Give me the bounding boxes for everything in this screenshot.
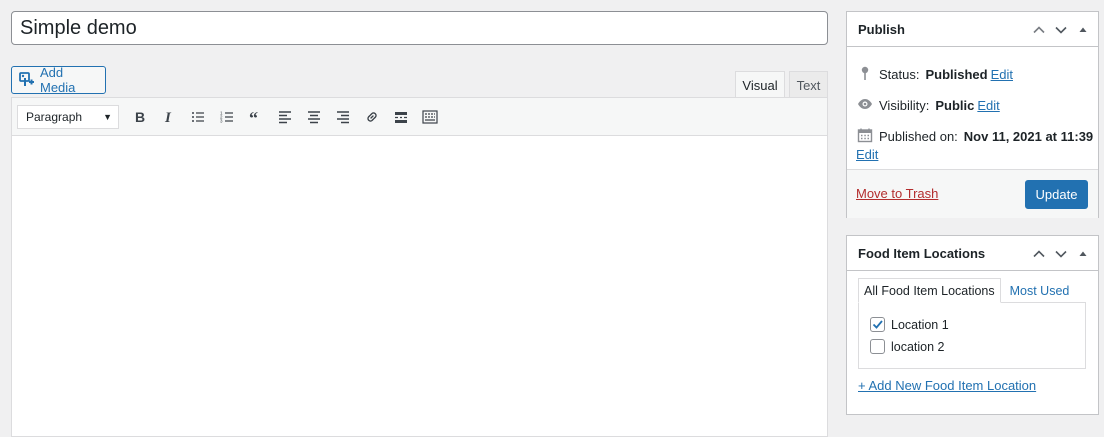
svg-text:“: “ <box>249 109 258 125</box>
italic-icon[interactable]: I <box>154 103 183 131</box>
toolbar-toggle-icon[interactable] <box>415 103 444 131</box>
location-1-checkbox[interactable] <box>870 317 885 332</box>
publish-box-header: Publish <box>847 12 1098 47</box>
publish-actions: Move to Trash Update <box>847 169 1098 218</box>
list-item: Location 1 <box>870 317 949 332</box>
numbered-list-icon[interactable]: 123 <box>212 103 241 131</box>
chevron-up-icon[interactable] <box>1032 247 1046 261</box>
bold-icon[interactable]: B <box>125 103 154 131</box>
align-center-icon[interactable] <box>299 103 328 131</box>
add-media-button[interactable]: Add Media <box>11 65 106 95</box>
food-locations-header: Food Item Locations <box>847 236 1098 271</box>
content-editor[interactable]: Paragraph ▼ B I 123 “ <box>11 97 828 437</box>
food-locations-box: Food Item Locations All Food Item Locati… <box>846 235 1099 415</box>
svg-text:3: 3 <box>220 118 223 123</box>
link-icon[interactable] <box>357 103 386 131</box>
location-1-label[interactable]: Location 1 <box>891 318 949 332</box>
food-locations-title: Food Item Locations <box>858 245 986 261</box>
add-media-label: Add Media <box>40 65 76 95</box>
collapse-toggle-icon[interactable] <box>1076 247 1090 261</box>
location-2-checkbox[interactable] <box>870 339 885 354</box>
collapse-toggle-icon[interactable] <box>1076 23 1090 37</box>
calendar-icon <box>857 127 873 146</box>
visibility-row: Visibility: Public Edit <box>857 96 1000 115</box>
location-2-label[interactable]: location 2 <box>891 340 945 354</box>
locations-checklist: Location 1 location 2 <box>858 302 1086 369</box>
update-button[interactable]: Update <box>1025 180 1088 209</box>
status-row: Status: Published Edit <box>857 65 1013 84</box>
status-label: Status: <box>879 67 920 82</box>
add-new-location-link[interactable]: + Add New Food Item Location <box>858 378 1036 393</box>
status-value: Published <box>925 67 988 82</box>
tab-all-food-item-locations[interactable]: All Food Item Locations <box>858 278 1001 303</box>
publish-box-title: Publish <box>858 21 905 37</box>
bulleted-list-icon[interactable] <box>183 103 212 131</box>
tab-text[interactable]: Text <box>789 71 828 98</box>
move-to-trash-link[interactable]: Move to Trash <box>856 186 938 201</box>
tab-visual[interactable]: Visual <box>735 71 785 98</box>
format-select[interactable]: Paragraph ▼ <box>17 104 119 129</box>
add-media-icon <box>19 71 35 90</box>
format-select-value: Paragraph <box>26 109 83 124</box>
published-label: Published on: <box>879 129 958 144</box>
published-on-row: Published on: Nov 11, 2021 at 11:39 <box>857 127 1093 146</box>
publish-box: Publish Status: Published Edit Visibilit… <box>846 11 1099 218</box>
list-item: location 2 <box>870 339 945 354</box>
edit-status-link[interactable]: Edit <box>991 67 1013 82</box>
chevron-down-icon: ▼ <box>103 111 112 122</box>
visibility-label: Visibility: <box>879 98 930 113</box>
eye-icon <box>857 96 873 115</box>
svg-text:B: B <box>135 109 145 125</box>
chevron-down-icon[interactable] <box>1054 23 1068 37</box>
chevron-up-icon[interactable] <box>1032 23 1046 37</box>
pin-icon <box>857 65 873 84</box>
taxonomy-tabs: All Food Item Locations Most Used <box>858 278 1074 303</box>
editor-toolbar: Paragraph ▼ B I 123 “ <box>12 98 827 136</box>
align-right-icon[interactable] <box>328 103 357 131</box>
read-more-icon[interactable] <box>386 103 415 131</box>
edit-visibility-link[interactable]: Edit <box>977 98 999 113</box>
checkmark-icon <box>872 320 883 329</box>
blockquote-icon[interactable]: “ <box>241 103 270 131</box>
svg-text:I: I <box>164 110 172 125</box>
post-title-input[interactable]: Simple demo <box>11 11 828 45</box>
tab-most-used[interactable]: Most Used <box>1001 278 1075 303</box>
align-left-icon[interactable] <box>270 103 299 131</box>
visibility-value: Public <box>935 98 975 113</box>
edit-date-link[interactable]: Edit <box>856 147 878 162</box>
published-value: Nov 11, 2021 at 11:39 <box>963 129 1094 144</box>
chevron-down-icon[interactable] <box>1054 247 1068 261</box>
